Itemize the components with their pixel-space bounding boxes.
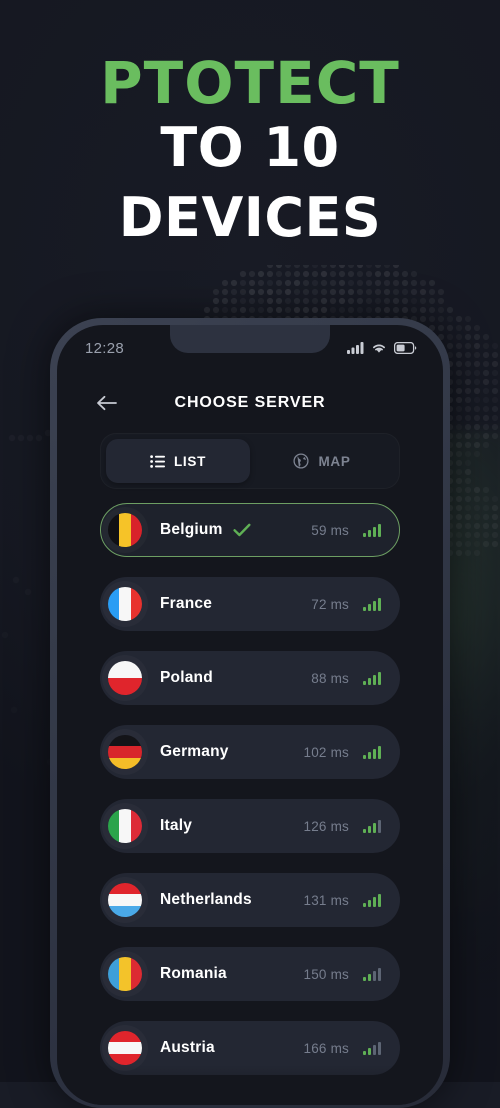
signal-strength-icon [363,745,381,759]
server-row[interactable]: Belgium 59 ms [100,503,400,557]
server-latency: 131 ms [304,893,349,908]
server-latency: 59 ms [311,523,349,538]
tab-list-label: LIST [174,454,206,469]
flag-icon [108,809,142,843]
server-latency: 126 ms [304,819,349,834]
server-row[interactable]: Romania 150 ms [100,947,400,1001]
signal-strength-icon [363,819,381,833]
tab-map[interactable]: MAP [250,439,394,483]
back-button[interactable] [93,389,121,417]
server-latency: 166 ms [304,1041,349,1056]
server-country-name: Poland [160,669,213,687]
server-country-name: Netherlands [160,891,252,909]
signal-strength-icon [363,967,381,981]
app-header: CHOOSE SERVER [57,383,443,423]
flag-icon [108,587,142,621]
flag-icon [108,735,142,769]
cellular-signal-icon [347,342,364,354]
status-bar-time: 12:28 [85,340,124,357]
status-bar: 12:28 [57,325,443,365]
flag-icon [108,513,142,547]
phone-screen: 12:28 CHOOSE SERVER LIST MAP Belgium 59 … [57,325,443,1105]
tab-map-label: MAP [318,454,350,469]
server-country-name: Austria [160,1039,215,1057]
server-country-name: Belgium [160,521,223,539]
server-country-name: Italy [160,817,192,835]
flag-icon [108,1031,142,1065]
server-row[interactable]: Netherlands 131 ms [100,873,400,927]
flag-icon [108,957,142,991]
status-bar-icons [347,342,417,354]
globe-icon [293,453,309,469]
battery-icon [394,342,417,354]
flag-icon [108,883,142,917]
server-row[interactable]: Germany 102 ms [100,725,400,779]
view-mode-tabs: LIST MAP [100,433,400,489]
server-list: Belgium 59 ms France 72 ms Poland 88 ms German… [100,503,400,1095]
server-row[interactable]: Italy 126 ms [100,799,400,853]
signal-strength-icon [363,671,381,685]
signal-strength-icon [363,523,381,537]
list-icon [150,455,165,468]
flag-icon [108,661,142,695]
server-country-name: Germany [160,743,229,761]
server-latency: 102 ms [304,745,349,760]
server-row[interactable]: Austria 166 ms [100,1021,400,1075]
server-latency: 88 ms [311,671,349,686]
server-row[interactable]: France 72 ms [100,577,400,631]
server-row[interactable]: Poland 88 ms [100,651,400,705]
server-latency: 150 ms [304,967,349,982]
arrow-left-icon [96,395,118,411]
signal-strength-icon [363,893,381,907]
checkmark-icon [233,523,251,537]
server-country-name: France [160,595,212,613]
server-country-name: Romania [160,965,227,983]
server-latency: 72 ms [311,597,349,612]
wifi-icon [371,342,387,354]
tab-list[interactable]: LIST [106,439,250,483]
signal-strength-icon [363,597,381,611]
signal-strength-icon [363,1041,381,1055]
